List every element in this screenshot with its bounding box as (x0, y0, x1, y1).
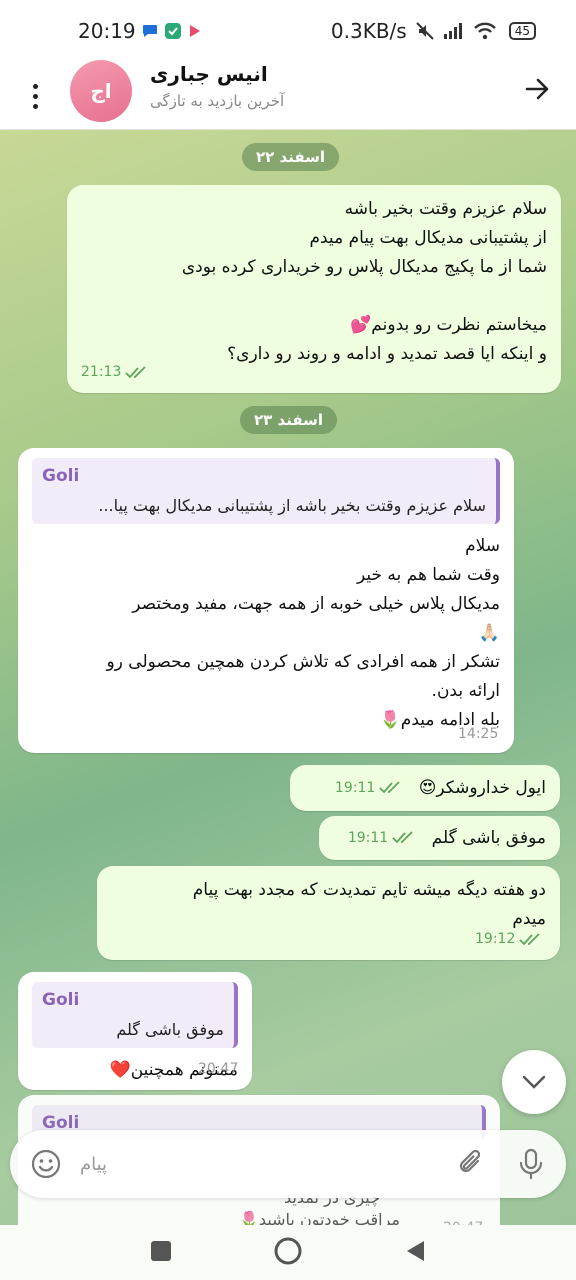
message-time: 20:47 (198, 1061, 239, 1077)
shield-notification-icon (164, 22, 182, 40)
reply-text: سلام عزیزم وقتت بخیر باشه از پشتیبانی مد… (98, 496, 486, 515)
status-left: 20:19 (78, 19, 202, 43)
message-text: سلام وقت شما هم به خیر مدیکال پلاس خیلی … (106, 536, 500, 730)
message-composer (10, 1130, 566, 1198)
status-time: 20:19 (78, 19, 136, 43)
message-time: 21:13 (81, 364, 122, 380)
status-right: 0.3KB/s 45 (331, 19, 536, 43)
last-seen-text: آخرین بازدید به تازگی (150, 92, 285, 110)
wifi-icon (473, 22, 497, 40)
home-icon[interactable] (273, 1236, 303, 1270)
message-outgoing[interactable]: ایول خداروشکر😍 19:11 (290, 765, 560, 811)
reply-preview[interactable]: Goli موفق باشی گلم (32, 982, 238, 1048)
play-store-icon (188, 24, 202, 38)
more-vertical-icon[interactable] (22, 76, 48, 116)
network-speed: 0.3KB/s (330, 19, 407, 43)
message-text: موفق باشی گلم (431, 828, 546, 848)
reply-text: موفق باشی گلم (116, 1020, 224, 1039)
message-text: ایول خداروشکر😍 (418, 778, 546, 798)
reply-sender: Goli (42, 990, 80, 1010)
message-meta: 19:11 (348, 822, 416, 854)
chat-notification-icon (142, 24, 158, 38)
message-incoming[interactable]: Goli سلام عزیزم وقتت بخیر باشه از پشتیبا… (18, 448, 514, 753)
contact-name-row[interactable]: انیس جباری (150, 62, 450, 86)
paperclip-icon[interactable] (456, 1148, 486, 1184)
double-check-icon (125, 365, 146, 378)
message-incoming[interactable]: Goli موفق باشی گلم ممنونم همچنین❤️ 20:47 (18, 972, 252, 1090)
reply-sender: Goli (42, 466, 80, 486)
signal-icon (443, 22, 465, 40)
message-meta-row: 19:12 (475, 925, 543, 954)
message-time: 20:47 (443, 1214, 483, 1225)
contact-name: انیس جباری (150, 62, 268, 86)
message-outgoing[interactable]: دو هفته دیگه میشه تایم تمدیدت که مجدد به… (97, 866, 560, 960)
message-time: 14:25 (458, 726, 499, 742)
smiley-icon[interactable] (30, 1148, 62, 1184)
arrow-right-icon[interactable] (520, 72, 554, 106)
message-time: 19:11 (334, 780, 376, 796)
date-separator: ۲۲ اسفند (242, 143, 340, 171)
message-outgoing[interactable]: موفق باشی گلم 19:11 (319, 816, 560, 860)
chevron-down-icon (522, 1075, 546, 1089)
avatar[interactable]: اج (70, 60, 132, 122)
system-nav-bar (0, 1225, 576, 1280)
message-time: 19:11 (347, 830, 389, 846)
recent-apps-icon[interactable] (150, 1240, 172, 1266)
double-check-icon (392, 831, 413, 844)
message-meta: 19:11 (335, 772, 403, 804)
reply-preview[interactable]: Goli سلام عزیزم وقتت بخیر باشه از پشتیبا… (32, 458, 500, 524)
back-icon[interactable] (404, 1239, 426, 1267)
message-text: سلام عزیزم وقتت بخیر باشه از پشتیبانی مد… (181, 199, 547, 364)
last-seen-status: آخرین بازدید به تازگی (150, 92, 450, 110)
battery-indicator: 45 (508, 22, 536, 40)
double-check-icon (379, 781, 400, 794)
chat-area[interactable]: ۲۲ اسفند سلام عزیزم وقتت بخیر باشه از پش… (0, 130, 576, 1225)
message-outgoing[interactable]: سلام عزیزم وقتت بخیر باشه از پشتیبانی مد… (67, 185, 561, 393)
chat-header: اج انیس جباری آخرین بازدید به تازگی (0, 60, 576, 130)
message-time: 19:12 (475, 931, 516, 947)
mute-icon (415, 21, 435, 41)
message-meta: 21:13 (81, 358, 149, 387)
microphone-icon[interactable] (518, 1148, 544, 1184)
message-input[interactable] (80, 1130, 420, 1198)
message-text-line: مراقب خودتون باشید🌷 (238, 1210, 400, 1225)
scroll-down-button[interactable] (502, 1050, 566, 1114)
double-check-icon (519, 932, 540, 945)
date-separator: ۲۳ اسفند (240, 406, 338, 434)
status-bar: 20:19 0.3KB/s 45 (0, 0, 576, 62)
